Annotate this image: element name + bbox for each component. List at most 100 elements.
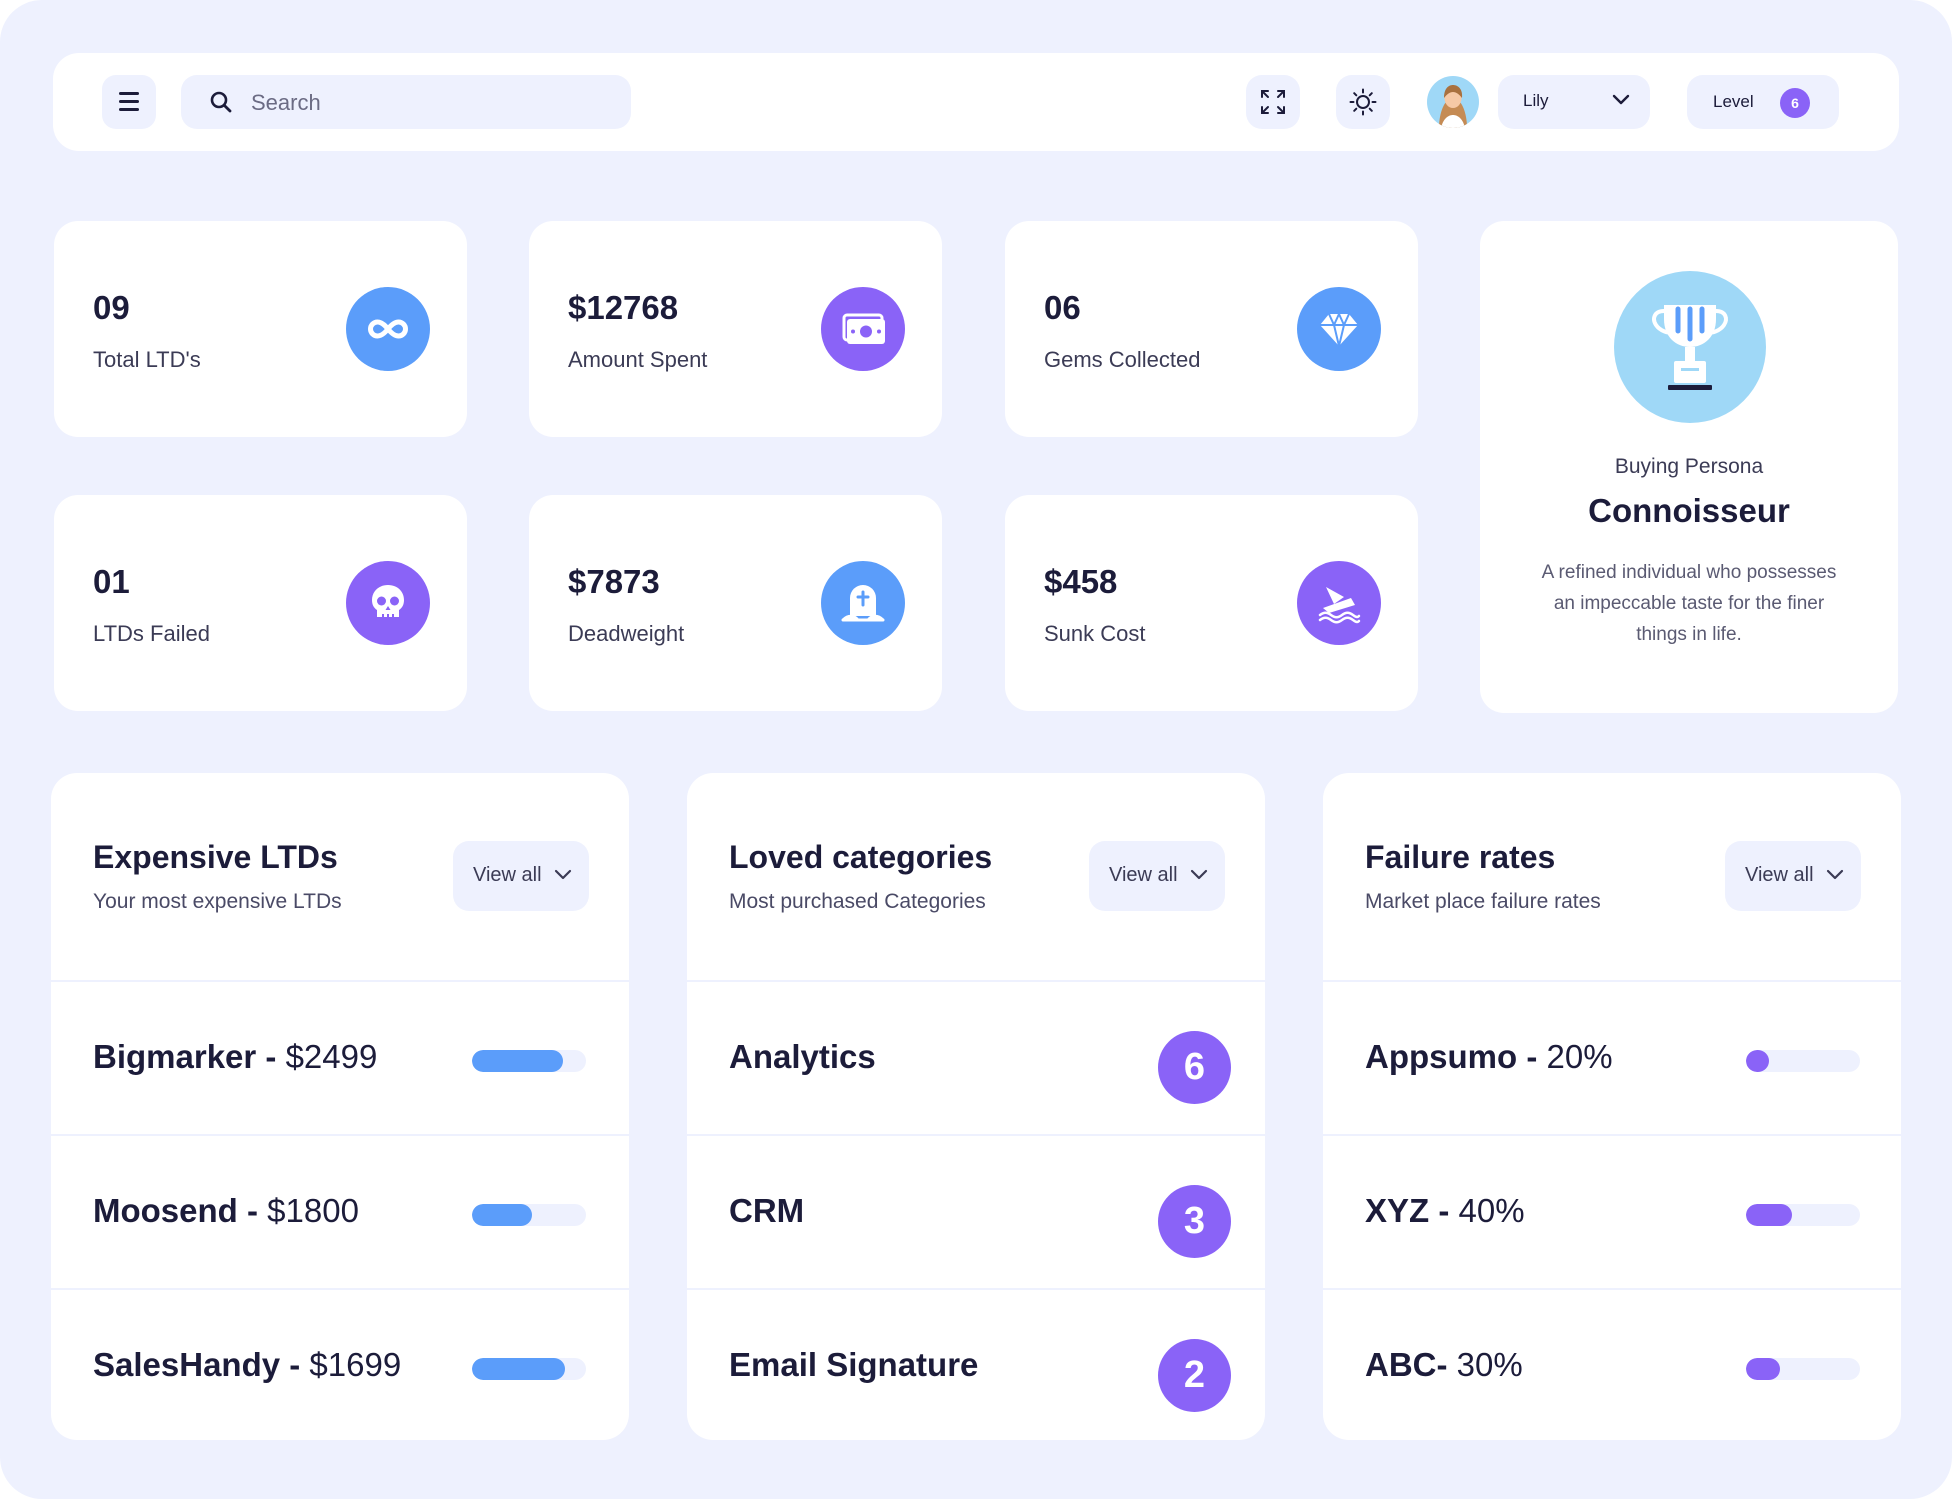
chevron-down-icon [1612, 94, 1630, 105]
list-item[interactable]: CRM 3 [687, 1134, 1265, 1289]
search-icon [210, 91, 232, 113]
list-item[interactable]: Analytics 6 [687, 980, 1265, 1135]
chevron-down-icon [1190, 869, 1208, 880]
item-text: Bigmarker - $2499 [93, 1038, 377, 1076]
marketplace-name: Appsumo [1365, 1038, 1518, 1075]
item-text: Appsumo - 20% [1365, 1038, 1613, 1076]
category-name: CRM [729, 1192, 805, 1229]
count-badge: 6 [1158, 1031, 1231, 1104]
sinking-ship-icon [1297, 561, 1381, 645]
level-badge: 6 [1780, 88, 1810, 118]
user-name: Lily [1523, 91, 1549, 110]
panel-subtitle: Most purchased Categories [729, 890, 986, 913]
view-all-button[interactable]: View all [1725, 841, 1861, 911]
view-all-button[interactable]: View all [1089, 841, 1225, 911]
view-all-label: View all [473, 864, 542, 886]
list-item[interactable]: ABC- 30% [1323, 1288, 1901, 1440]
failure-rate: 30% [1456, 1346, 1523, 1383]
progress-fill [1746, 1358, 1781, 1380]
dashboard-frame: Lily Level 6 09 Total LTD's $12768 Amoun… [0, 0, 1952, 1499]
item-name: Bigmarker [93, 1038, 257, 1075]
expensive-ltds-panel: Expensive LTDs Your most expensive LTDs … [51, 773, 629, 1440]
item-text: CRM [729, 1192, 804, 1230]
failure-rates-panel: Failure rates Market place failure rates… [1323, 773, 1901, 1440]
user-avatar-image [1439, 85, 1467, 128]
list-item[interactable]: SalesHandy - $1699 [51, 1288, 629, 1440]
panel-title: Expensive LTDs [93, 839, 338, 875]
panel-title: Loved categories [729, 839, 993, 875]
persona-label: Buying Persona [1614, 455, 1764, 478]
item-text: Email Signature [729, 1346, 978, 1384]
progress-track [1746, 1204, 1860, 1226]
item-separator: - [237, 1192, 268, 1229]
stat-card-ltds-failed: 01 LTDs Failed [54, 495, 467, 711]
panel-title: Failure rates [1365, 839, 1556, 875]
progress-fill [472, 1358, 566, 1380]
progress-fill [1746, 1050, 1769, 1072]
level-indicator[interactable]: Level 6 [1687, 75, 1839, 129]
list-item[interactable]: Moosend - $1800 [51, 1134, 629, 1289]
progress-track [472, 1204, 586, 1226]
theme-toggle-button[interactable] [1336, 75, 1390, 129]
progress-fill [1746, 1204, 1792, 1226]
menu-icon-line [119, 100, 139, 103]
view-all-button[interactable]: View all [453, 841, 589, 911]
item-separator: - [280, 1346, 310, 1383]
item-text: Analytics [729, 1038, 876, 1076]
stat-value: $12768 [568, 289, 679, 326]
item-separator: - [256, 1038, 286, 1075]
stat-card-total-ltds: 09 Total LTD's [54, 221, 467, 437]
diamond-icon [1297, 287, 1381, 371]
stat-card-deadweight: $7873 Deadweight [529, 495, 942, 711]
infinity-icon [346, 287, 430, 371]
progress-track [472, 1358, 586, 1380]
tombstone-icon [821, 561, 905, 645]
progress-track [472, 1050, 586, 1072]
list-item[interactable]: Appsumo - 20% [1323, 980, 1901, 1135]
item-text: ABC- 30% [1365, 1346, 1523, 1384]
trophy-icon [1614, 271, 1766, 423]
stat-label: Sunk Cost [1044, 621, 1146, 646]
avatar[interactable] [1427, 76, 1479, 128]
category-name: Email Signature [729, 1346, 979, 1383]
stat-value: $7873 [568, 563, 660, 600]
persona-title: Connoisseur [1588, 492, 1790, 529]
stat-value: 01 [93, 563, 130, 600]
panel-subtitle: Your most expensive LTDs [93, 890, 342, 913]
search-input[interactable] [249, 85, 613, 121]
stat-card-amount-spent: $12768 Amount Spent [529, 221, 942, 437]
stat-label: Total LTD's [93, 347, 201, 372]
view-all-label: View all [1109, 864, 1178, 886]
list-item[interactable]: Bigmarker - $2499 [51, 980, 629, 1135]
user-dropdown[interactable]: Lily [1498, 75, 1650, 129]
menu-button[interactable] [102, 75, 156, 129]
item-amount: $2499 [285, 1038, 378, 1075]
stat-card-gems-collected: 06 Gems Collected [1005, 221, 1418, 437]
list-item[interactable]: XYZ - 40% [1323, 1134, 1901, 1289]
progress-fill [472, 1204, 533, 1226]
chevron-down-icon [554, 869, 572, 880]
stat-label: LTDs Failed [93, 621, 210, 646]
search-bar[interactable] [181, 75, 631, 129]
menu-icon-line [119, 108, 139, 111]
panel-subtitle: Market place failure rates [1365, 890, 1601, 913]
stat-value: $458 [1044, 563, 1118, 600]
marketplace-name: ABC [1365, 1346, 1437, 1383]
menu-icon [119, 92, 139, 95]
item-text: SalesHandy - $1699 [93, 1346, 401, 1384]
view-all-label: View all [1745, 864, 1814, 886]
persona-description: A refined individual who possesses an im… [1541, 562, 1837, 645]
marketplace-name: XYZ [1365, 1192, 1430, 1229]
top-bar: Lily Level 6 [53, 53, 1899, 151]
item-separator: - [1517, 1038, 1547, 1075]
stat-label: Deadweight [568, 621, 685, 646]
level-label: Level [1713, 92, 1754, 111]
item-name: Moosend [93, 1192, 238, 1229]
stat-value: 06 [1044, 289, 1081, 326]
progress-fill [472, 1050, 564, 1072]
chevron-down-icon [1826, 869, 1844, 880]
fullscreen-button[interactable] [1246, 75, 1300, 129]
skull-icon [346, 561, 430, 645]
list-item[interactable]: Email Signature 2 [687, 1288, 1265, 1440]
stat-value: 09 [93, 289, 130, 326]
